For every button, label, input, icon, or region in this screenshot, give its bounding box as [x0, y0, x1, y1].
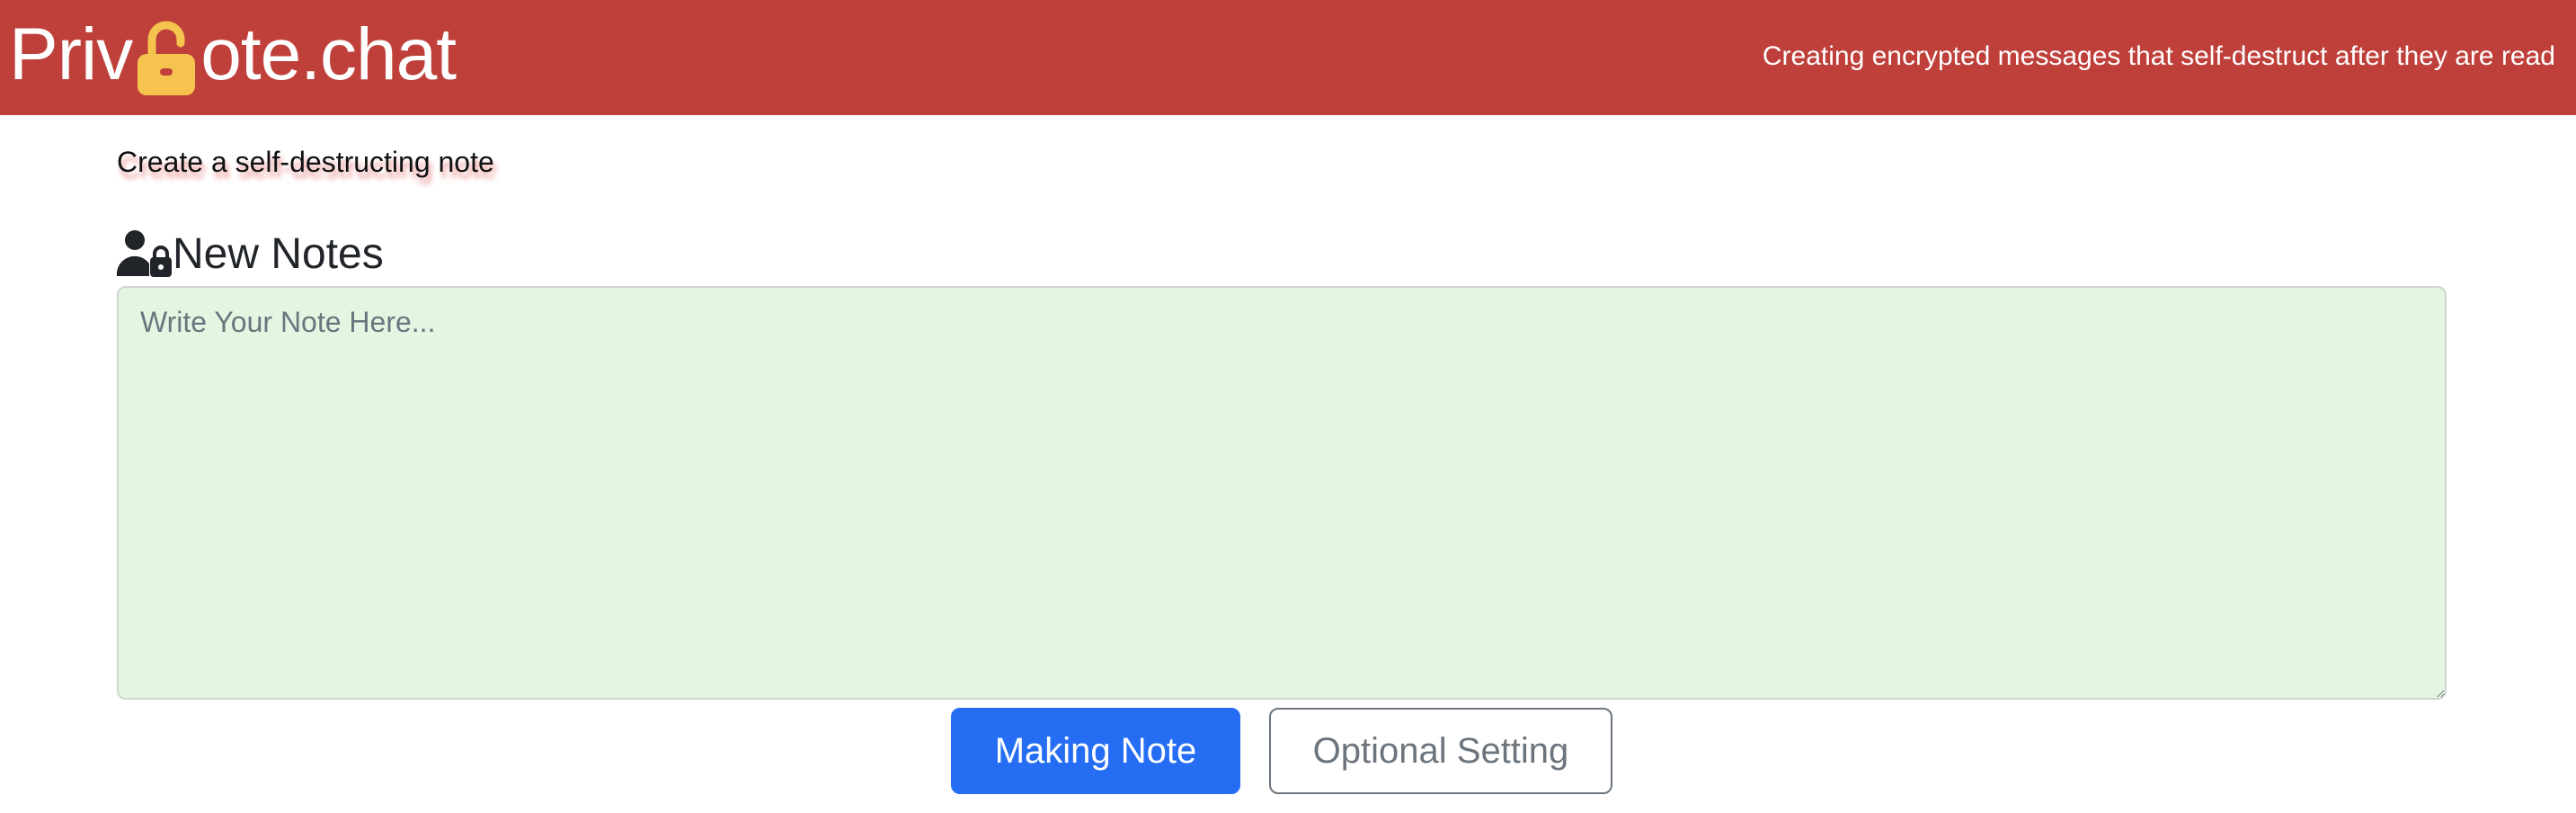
site-logo[interactable]: Priv ote.chat: [9, 5, 457, 104]
unlocked-padlock-icon: [134, 16, 199, 97]
logo-text-suffix: ote.chat: [200, 13, 457, 95]
user-lock-icon: [116, 229, 173, 278]
page-subtitle: Create a self-destructing note: [117, 146, 494, 178]
making-note-button[interactable]: Making Note: [951, 708, 1240, 794]
notes-heading: New Notes: [116, 227, 384, 281]
site-tagline: Creating encrypted messages that self-de…: [1762, 41, 2555, 71]
note-textarea[interactable]: [117, 286, 2447, 700]
optional-setting-button[interactable]: Optional Setting: [1269, 708, 1612, 794]
notes-heading-text: New Notes: [173, 229, 384, 278]
site-header: Priv ote.chat Creating encrypted message…: [0, 0, 2576, 115]
logo-text-prefix: Priv: [9, 13, 133, 95]
note-input-wrapper: [117, 286, 2447, 700]
